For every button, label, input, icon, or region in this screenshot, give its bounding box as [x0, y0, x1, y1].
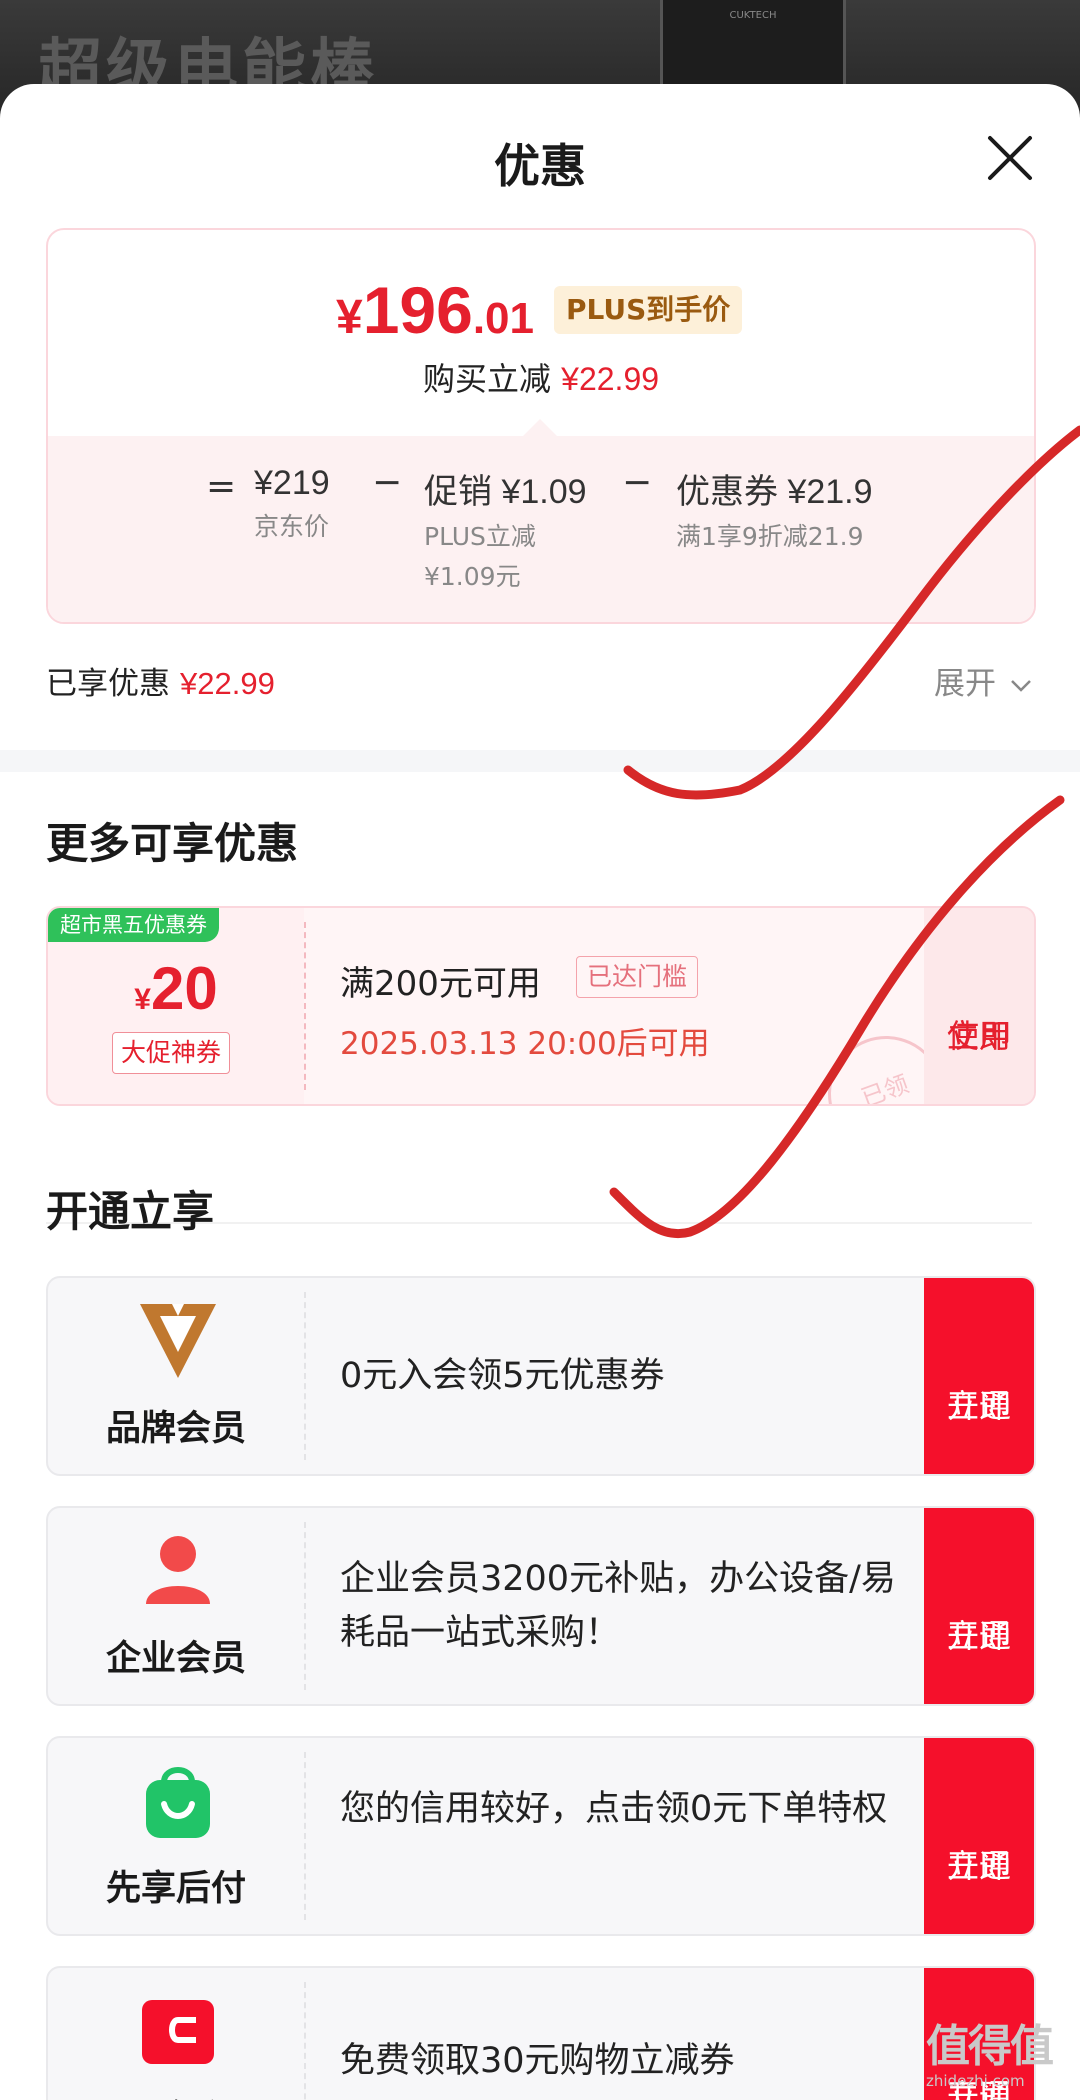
final-price-area: ¥196.01 PLUS到手价 购买立减 ¥22.99: [48, 230, 1034, 438]
reduce-line: 购买立减 ¥22.99: [48, 354, 1034, 400]
coupon-amount: ¥20: [48, 954, 304, 1023]
coupon-symbol: ¥: [134, 983, 151, 1016]
enjoyed-discount: 已享优惠 ¥22.99: [46, 658, 275, 703]
watermark-url: zhidezhi.com: [926, 2072, 1025, 2090]
coupon-divider: [304, 922, 306, 1090]
coupon-condition: 满200元可用: [340, 964, 541, 1004]
coupon-number: 20: [150, 955, 218, 1022]
open-now-label[interactable]: 立即 开通: [924, 1560, 1034, 1655]
watermark-logo: 值得值: [926, 2021, 1054, 2072]
coupon-badge: 大促神券: [112, 1032, 231, 1074]
enjoyed-label: 已享优惠: [46, 666, 170, 702]
member-info: 企业会员: [48, 1508, 304, 1704]
member-card-wallet[interactable]: 小金库 免费领取30元购物立减券 立即开通: [46, 1966, 1036, 2100]
member-info: 品牌会员: [48, 1278, 304, 1474]
more-discounts-title: 更多可享优惠: [46, 819, 299, 868]
use-now-label[interactable]: 立即 使用: [924, 960, 1034, 1055]
open-now-label[interactable]: 立即 开通: [924, 1790, 1034, 1885]
price-integer: 196: [362, 273, 473, 347]
open-now-button[interactable]: 立即 开通: [924, 1278, 1034, 1474]
open-now-line2[interactable]: 开通: [924, 1842, 1034, 1890]
wallet-icon: [142, 2000, 214, 2064]
brand-v-icon: [140, 1304, 216, 1378]
close-button[interactable]: [984, 132, 1036, 184]
member-name: 小金库: [48, 2090, 304, 2100]
price-symbol: ¥: [336, 291, 363, 344]
minus-sign: −: [372, 462, 403, 503]
card-divider: [304, 1522, 306, 1690]
member-desc: 0元入会领5元优惠券: [340, 1356, 665, 1396]
jd-price-label: 京东价: [254, 512, 330, 541]
final-price: ¥196.01: [336, 272, 534, 348]
open-now-button[interactable]: 立即 开通: [924, 1738, 1034, 1934]
use-now-button[interactable]: 立即 使用: [924, 908, 1034, 1104]
equals-sign: =: [206, 466, 237, 507]
promo-value: 促销 ¥1.09: [424, 473, 587, 511]
price-decimal: .01: [472, 294, 534, 343]
member-card-brand[interactable]: 品牌会员 0元入会领5元优惠券 立即 开通: [46, 1276, 1036, 1476]
coupon-time: 2025.03.13 20:00后可用: [340, 1026, 710, 1062]
member-desc: 您的信用较好，点击领0元下单特权: [340, 1789, 888, 1829]
member-name: 品牌会员: [105, 1409, 246, 1449]
open-benefits-title: 开通立享: [46, 1187, 215, 1236]
use-now-line2[interactable]: 使用: [924, 1012, 1034, 1060]
minus-sign: −: [622, 462, 653, 503]
plus-price-tag: PLUS到手价: [554, 286, 743, 334]
close-icon[interactable]: [984, 132, 1036, 184]
section-divider: [0, 750, 1080, 772]
promo-label: PLUS立减: [424, 522, 536, 551]
bag-icon: [146, 1767, 210, 1838]
calc-promo: 促销 ¥1.09 PLUS立减 ¥1.09元: [424, 464, 587, 593]
expand-label[interactable]: 展开: [934, 666, 996, 702]
sheet-title: 优惠: [494, 139, 586, 193]
member-desc: 免费领取30元购物立减券: [340, 2041, 735, 2081]
card-divider: [304, 1292, 306, 1460]
coupon-type-tag: 超市黑五优惠券: [48, 908, 219, 942]
discount-sheet: 优惠 ¥196.01 PLUS到手价 购买立减 ¥22.99 = ¥219 京东…: [0, 84, 1080, 2100]
person-icon: [146, 1536, 210, 1604]
member-name: 企业会员: [105, 1639, 246, 1679]
card-divider: [304, 1752, 306, 1920]
price-breakdown-card: ¥196.01 PLUS到手价 购买立减 ¥22.99 = ¥219 京东价 −…: [46, 228, 1036, 624]
enjoyed-value: ¥22.99: [180, 666, 275, 701]
open-now-button[interactable]: 立即 开通: [924, 1508, 1034, 1704]
calc-coupon: 优惠券 ¥21.9 满1享9折减21.9: [676, 464, 873, 553]
card-divider: [304, 1982, 306, 2100]
price-calc-area: = ¥219 京东价 − 促销 ¥1.09 PLUS立减 ¥1.09元 − 优惠…: [48, 436, 1034, 622]
threshold-badge: 已达门槛: [576, 956, 699, 998]
device-brand: CUKTECH: [729, 10, 777, 21]
reduce-label: 购买立减: [422, 360, 551, 398]
calc-jd-price: ¥219 京东价: [254, 464, 330, 543]
open-now-line2[interactable]: 开通: [924, 1612, 1034, 1660]
member-desc: 企业会员3200元补贴，办公设备/易耗品一站式采购！: [340, 1559, 896, 1653]
reduce-value: ¥22.99: [561, 361, 660, 397]
member-info: 先享后付: [48, 1738, 304, 1934]
product-image: CUKTECH: [660, 0, 846, 90]
member-card-enterprise[interactable]: 企业会员 企业会员3200元补贴，办公设备/易耗品一站式采购！ 立即 开通: [46, 1506, 1036, 1706]
expand-button[interactable]: 展开: [934, 658, 1032, 703]
coupon-card[interactable]: ¥20 大促神券 超市黑五优惠券 满200元可用 已达门槛 2025.03.13…: [46, 906, 1036, 1106]
chevron-down-icon[interactable]: [1010, 679, 1032, 693]
member-name: 先享后付: [105, 1869, 246, 1909]
member-card-pay-later[interactable]: 先享后付 您的信用较好，点击领0元下单特权 立即 开通: [46, 1736, 1036, 1936]
coupon-rule: 满1享9折减21.9: [676, 522, 864, 551]
promo-amount: ¥1.09元: [424, 562, 521, 591]
open-now-label[interactable]: 立即 开通: [924, 1330, 1034, 1425]
coupon-value: 优惠券 ¥21.9: [676, 473, 873, 511]
member-info: 小金库: [48, 1968, 304, 2100]
jd-price-value: ¥219: [254, 464, 330, 502]
open-now-line2[interactable]: 开通: [924, 1382, 1034, 1430]
